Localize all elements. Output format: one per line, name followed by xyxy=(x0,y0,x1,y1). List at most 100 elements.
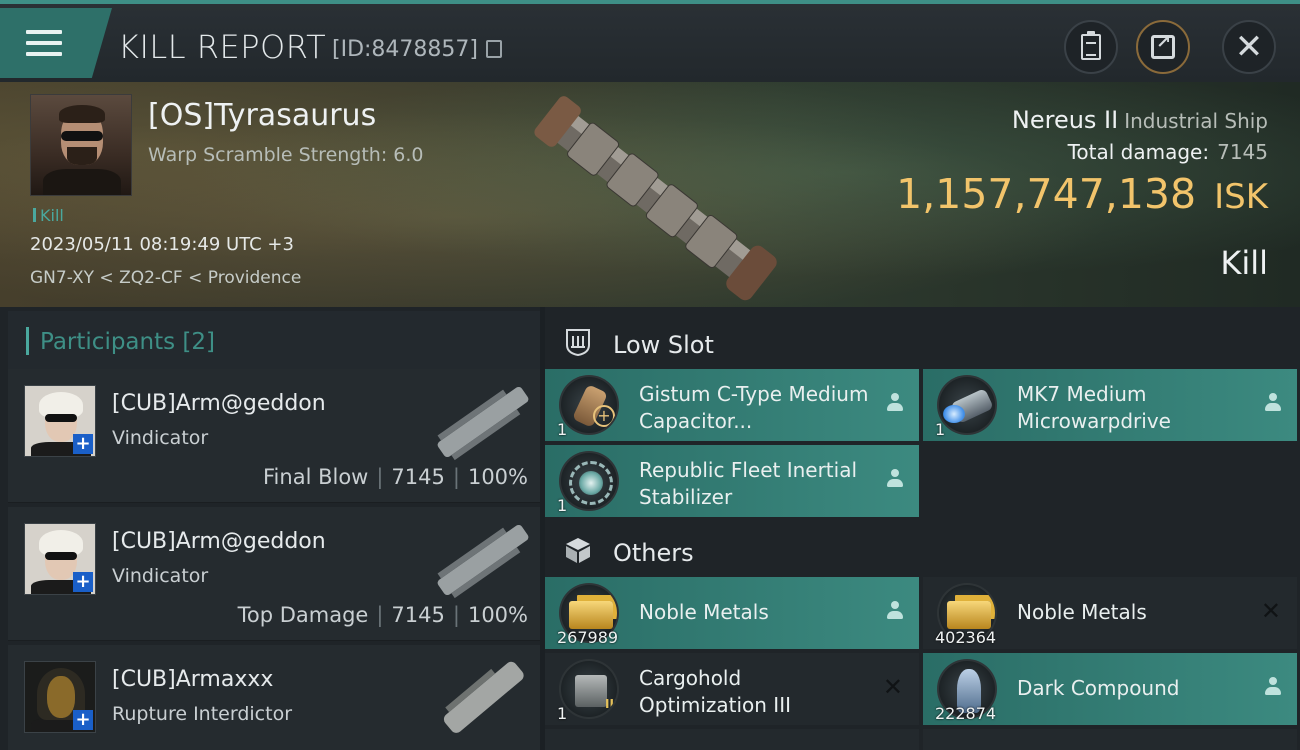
participants-header[interactable]: Participants [2] xyxy=(8,311,540,369)
hamburger-icon xyxy=(26,30,62,63)
destroyed-icon: ✕ xyxy=(1260,597,1281,625)
participants-title: Participants [2] xyxy=(40,329,215,355)
dropped-icon xyxy=(887,601,903,627)
item-quantity: 267989 xyxy=(557,628,619,647)
participant-row[interactable]: + [CUB]Arm@geddon Vindicator Top Damage |… xyxy=(8,507,540,641)
item-quantity: 1 xyxy=(557,704,568,723)
participant-role: Top Damage xyxy=(237,603,369,627)
item-quantity: 1 xyxy=(935,420,946,439)
kill-datetime: 2023/05/11 08:19:49 UTC +3 xyxy=(30,234,294,255)
victim-summary: [OS]Tyrasaurus Warp Scramble Strength: 6… xyxy=(0,82,1300,307)
clipboard-button[interactable] xyxy=(1064,20,1118,74)
plus-icon: + xyxy=(73,710,93,730)
item-slot[interactable]: 402364 Noble Metals ✕ xyxy=(923,577,1297,649)
item-slot[interactable]: + 1 Gistum C-Type Medium Capacitor... xyxy=(545,369,919,441)
item-slot[interactable] xyxy=(545,729,919,750)
item-name: MK7 Medium Microwarpdrive xyxy=(1017,382,1171,433)
copy-icon[interactable] xyxy=(486,40,502,58)
item-name: Noble Metals xyxy=(639,600,769,624)
cube-icon xyxy=(566,538,590,563)
items-panel: Low Slot + 1 Gistum C-Type Medium Capaci… xyxy=(545,307,1300,750)
participant-percent: 100% xyxy=(467,603,528,627)
clipboard-icon xyxy=(1081,31,1101,60)
participant-stats: Final Blow | 7145 | 100% xyxy=(263,465,528,489)
warp-scramble-strength: Warp Scramble Strength: 6.0 xyxy=(148,144,424,166)
participant-name: [CUB]Arm@geddon xyxy=(112,391,326,416)
page-title: KILL REPORT xyxy=(118,28,327,66)
participant-ship-image xyxy=(437,386,529,461)
low-slot-icon xyxy=(566,329,590,357)
share-icon xyxy=(1151,32,1175,59)
close-icon: ✕ xyxy=(1234,27,1264,67)
isk-unit: ISK xyxy=(1214,177,1268,217)
participant-damage: 7145 xyxy=(391,603,445,627)
item-name: Dark Compound xyxy=(1017,676,1180,700)
victim-ship-image xyxy=(534,96,777,301)
participant-avatar[interactable]: + xyxy=(24,661,96,733)
participant-ship: Vindicator xyxy=(112,565,209,587)
share-button[interactable] xyxy=(1136,20,1190,74)
participant-percent: 100% xyxy=(467,465,528,489)
isk-value: 1,157,747,138 ISK xyxy=(896,170,1268,218)
item-quantity: 402364 xyxy=(935,628,997,647)
participant-damage: 7145 xyxy=(391,465,445,489)
dropped-icon xyxy=(887,469,903,495)
participant-ship-image xyxy=(443,661,524,733)
item-name: Noble Metals xyxy=(1017,600,1147,624)
dropped-icon xyxy=(1265,677,1281,703)
stabilizer-icon xyxy=(559,451,619,511)
item-slot[interactable]: 1 Republic Fleet Inertial Stabilizer xyxy=(545,445,919,517)
participant-stats: Top Damage | 7145 | 100% xyxy=(237,603,528,627)
victim-avatar[interactable] xyxy=(30,94,132,196)
destroyed-icon: ✕ xyxy=(882,673,903,701)
victim-ship-name: Nereus II xyxy=(1011,106,1119,134)
victim-name[interactable]: [OS]Tyrasaurus xyxy=(148,98,376,133)
participant-ship: Vindicator xyxy=(112,427,209,449)
participant-name: [CUB]Arm@geddon xyxy=(112,529,326,554)
item-slot[interactable]: 1 MK7 Medium Microwarpdrive xyxy=(923,369,1297,441)
item-slot[interactable]: III 1 Cargohold Optimization III ✕ xyxy=(545,653,919,725)
participant-name: [CUB]Armaxxx xyxy=(112,667,274,692)
menu-button[interactable] xyxy=(0,8,112,78)
item-quantity: 1 xyxy=(557,496,568,515)
kill-tag: Kill xyxy=(33,206,64,225)
total-damage: Total damage: 7145 xyxy=(1068,140,1268,164)
dropped-icon xyxy=(887,393,903,419)
top-bar: KILL REPORT [ID:8478857] ✕ xyxy=(0,0,1300,82)
victim-ship[interactable]: Nereus II Industrial Ship xyxy=(1012,106,1268,134)
capacitor-icon: + xyxy=(559,375,619,435)
item-slot[interactable]: 267989 Noble Metals xyxy=(545,577,919,649)
participant-ship: Rupture Interdictor xyxy=(112,703,292,725)
kill-location: GN7-XY < ZQ2-CF < Providence xyxy=(30,268,302,288)
item-name: Cargohold Optimization III xyxy=(639,666,791,717)
participant-role: Final Blow xyxy=(263,465,369,489)
microwarpdrive-icon xyxy=(937,375,997,435)
close-button[interactable]: ✕ xyxy=(1222,20,1276,74)
cargohold-icon: III xyxy=(559,659,619,719)
dropped-icon xyxy=(1265,393,1281,419)
item-name: Gistum C-Type Medium Capacitor... xyxy=(639,382,869,433)
item-name: Republic Fleet Inertial Stabilizer xyxy=(639,458,858,509)
participant-ship-image xyxy=(437,524,529,599)
low-slot-header: Low Slot xyxy=(545,313,1300,369)
participant-avatar[interactable]: + xyxy=(24,523,96,595)
participants-panel: Participants [2] + [CUB]Arm@geddon Vindi… xyxy=(0,307,540,750)
item-quantity: 1 xyxy=(557,420,568,439)
total-damage-value: 7145 xyxy=(1217,140,1268,164)
others-title: Others xyxy=(613,539,694,567)
total-damage-label: Total damage: xyxy=(1067,140,1210,164)
item-quantity: 222874 xyxy=(935,704,997,723)
plus-icon: + xyxy=(73,434,93,454)
item-slot[interactable] xyxy=(923,729,1297,750)
report-id: [ID:8478857] xyxy=(332,37,478,62)
item-slot[interactable]: 222874 Dark Compound xyxy=(923,653,1297,725)
victim-ship-class: Industrial Ship xyxy=(1124,109,1268,133)
participant-row[interactable]: + [CUB]Armaxxx Rupture Interdictor xyxy=(8,645,540,750)
result-label: Kill xyxy=(1220,244,1268,282)
plus-icon: + xyxy=(73,572,93,592)
isk-amount: 1,157,747,138 xyxy=(896,170,1197,218)
participant-row[interactable]: + [CUB]Arm@geddon Vindicator Final Blow |… xyxy=(8,369,540,503)
low-slot-title: Low Slot xyxy=(613,331,714,359)
participant-avatar[interactable]: + xyxy=(24,385,96,457)
others-header: Others xyxy=(545,521,1300,577)
